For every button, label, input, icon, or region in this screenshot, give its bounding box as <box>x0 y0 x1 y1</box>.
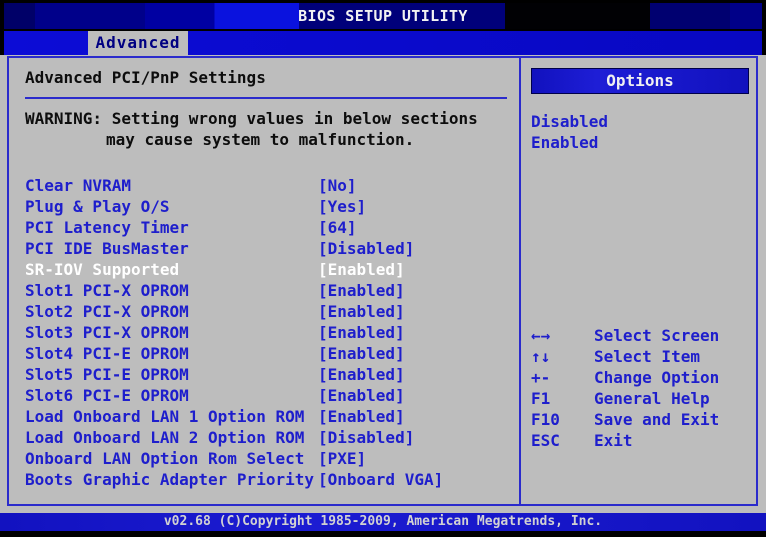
menu-bar: Advanced <box>4 31 762 55</box>
tab-advanced[interactable]: Advanced <box>88 31 188 55</box>
setting-row[interactable]: Slot4 PCI-E OPROM [Enabled] <box>25 343 517 364</box>
setting-label: PCI Latency Timer <box>25 217 318 238</box>
setting-label: Onboard LAN Option Rom Select <box>25 448 318 469</box>
key-help-row: F10 Save and Exit <box>531 409 754 430</box>
warning-text: WARNING: Setting wrong values in below s… <box>25 108 515 150</box>
setting-row[interactable]: Slot5 PCI-E OPROM [Enabled] <box>25 364 517 385</box>
setting-value: [Enabled] <box>318 364 405 385</box>
setting-label: Boots Graphic Adapter Priority <box>25 469 318 490</box>
key-action: General Help <box>594 388 710 409</box>
setting-value: [64] <box>318 217 357 238</box>
setting-value: [Enabled] <box>318 385 405 406</box>
setting-label: PCI IDE BusMaster <box>25 238 318 259</box>
option-value: Enabled <box>531 132 756 153</box>
setting-label: Plug & Play O/S <box>25 196 318 217</box>
setting-value: [Enabled] <box>318 259 405 280</box>
setting-label: Slot1 PCI-X OPROM <box>25 280 318 301</box>
warning-line2: may cause system to malfunction. <box>25 129 515 150</box>
setting-label: Slot3 PCI-X OPROM <box>25 322 318 343</box>
setting-value: [Enabled] <box>318 343 405 364</box>
setting-label: Slot5 PCI-E OPROM <box>25 364 318 385</box>
key-help-row: ←→ Select Screen <box>531 325 754 346</box>
setting-row[interactable]: Load Onboard LAN 2 Option ROM [Disabled] <box>25 427 517 448</box>
setting-row[interactable]: Plug & Play O/S [Yes] <box>25 196 517 217</box>
page-title: Advanced PCI/PnP Settings <box>25 68 509 87</box>
key-action: Exit <box>594 430 633 451</box>
key-help-row: ↑↓ Select Item <box>531 346 754 367</box>
key-name: F10 <box>531 409 594 430</box>
key-action: Save and Exit <box>594 409 719 430</box>
setting-value: [Onboard VGA] <box>318 469 443 490</box>
panel-box: Advanced PCI/PnP Settings WARNING: Setti… <box>7 56 758 506</box>
setting-row[interactable]: SR-IOV Supported [Enabled] <box>25 259 517 280</box>
setting-row[interactable]: Slot3 PCI-X OPROM [Enabled] <box>25 322 517 343</box>
setting-row[interactable]: PCI Latency Timer [64] <box>25 217 517 238</box>
setting-row[interactable]: Slot6 PCI-E OPROM [Enabled] <box>25 385 517 406</box>
setting-label: Slot6 PCI-E OPROM <box>25 385 318 406</box>
setting-row[interactable]: Clear NVRAM [No] <box>25 175 517 196</box>
key-help-legend: ←→ Select Screen ↑↓ Select Item +- Chang… <box>531 325 754 451</box>
tab-advanced-label: Advanced <box>95 33 180 52</box>
options-header: Options <box>531 68 749 94</box>
window-title: BIOS SETUP UTILITY <box>298 7 468 25</box>
setting-value: [No] <box>318 175 357 196</box>
setting-row[interactable]: Boots Graphic Adapter Priority [Onboard … <box>25 469 517 490</box>
key-name: F1 <box>531 388 594 409</box>
settings-list: Clear NVRAM [No] Plug & Play O/S [Yes] P… <box>25 175 517 490</box>
setting-value: [Enabled] <box>318 322 405 343</box>
key-action: Select Item <box>594 346 700 367</box>
setting-value: [Enabled] <box>318 280 405 301</box>
window-title-bar: BIOS SETUP UTILITY <box>4 3 762 29</box>
key-help-row: +- Change Option <box>531 367 754 388</box>
setting-row[interactable]: PCI IDE BusMaster [Disabled] <box>25 238 517 259</box>
options-list: Disabled Enabled <box>531 111 756 153</box>
key-action: Change Option <box>594 367 719 388</box>
setting-row[interactable]: Load Onboard LAN 1 Option ROM [Enabled] <box>25 406 517 427</box>
status-bar: v02.68 (C)Copyright 1985-2009, American … <box>0 513 766 531</box>
setting-value: [Disabled] <box>318 238 414 259</box>
setting-row[interactable]: Onboard LAN Option Rom Select [PXE] <box>25 448 517 469</box>
help-panel: Options Disabled Enabled ←→ Select Scree… <box>519 58 756 504</box>
setting-row[interactable]: Slot2 PCI-X OPROM [Enabled] <box>25 301 517 322</box>
options-header-label: Options <box>606 71 673 90</box>
title-separator <box>25 97 507 99</box>
setting-label: Slot4 PCI-E OPROM <box>25 343 318 364</box>
setting-row[interactable]: Slot1 PCI-X OPROM [Enabled] <box>25 280 517 301</box>
setting-label: Slot2 PCI-X OPROM <box>25 301 318 322</box>
setting-value: [Enabled] <box>318 301 405 322</box>
key-name: ↑↓ <box>531 346 594 367</box>
setting-value: [Yes] <box>318 196 366 217</box>
setting-label: Clear NVRAM <box>25 175 318 196</box>
setting-label: Load Onboard LAN 1 Option ROM <box>25 406 318 427</box>
warning-line1: WARNING: Setting wrong values in below s… <box>25 108 515 129</box>
bios-screen: BIOS SETUP UTILITY Advanced Advanced PCI… <box>0 0 766 537</box>
key-action: Select Screen <box>594 325 719 346</box>
setting-label: Load Onboard LAN 2 Option ROM <box>25 427 318 448</box>
setting-label: SR-IOV Supported <box>25 259 318 280</box>
main-area: Advanced PCI/PnP Settings WARNING: Setti… <box>0 55 766 513</box>
setting-value: [Enabled] <box>318 406 405 427</box>
setting-value: [Disabled] <box>318 427 414 448</box>
key-name: ESC <box>531 430 594 451</box>
key-help-row: ESC Exit <box>531 430 754 451</box>
settings-panel: Advanced PCI/PnP Settings WARNING: Setti… <box>9 58 519 504</box>
setting-value: [PXE] <box>318 448 366 469</box>
key-name: ←→ <box>531 325 594 346</box>
option-value: Disabled <box>531 111 756 132</box>
copyright-text: v02.68 (C)Copyright 1985-2009, American … <box>164 514 602 529</box>
key-name: +- <box>531 367 594 388</box>
key-help-row: F1 General Help <box>531 388 754 409</box>
